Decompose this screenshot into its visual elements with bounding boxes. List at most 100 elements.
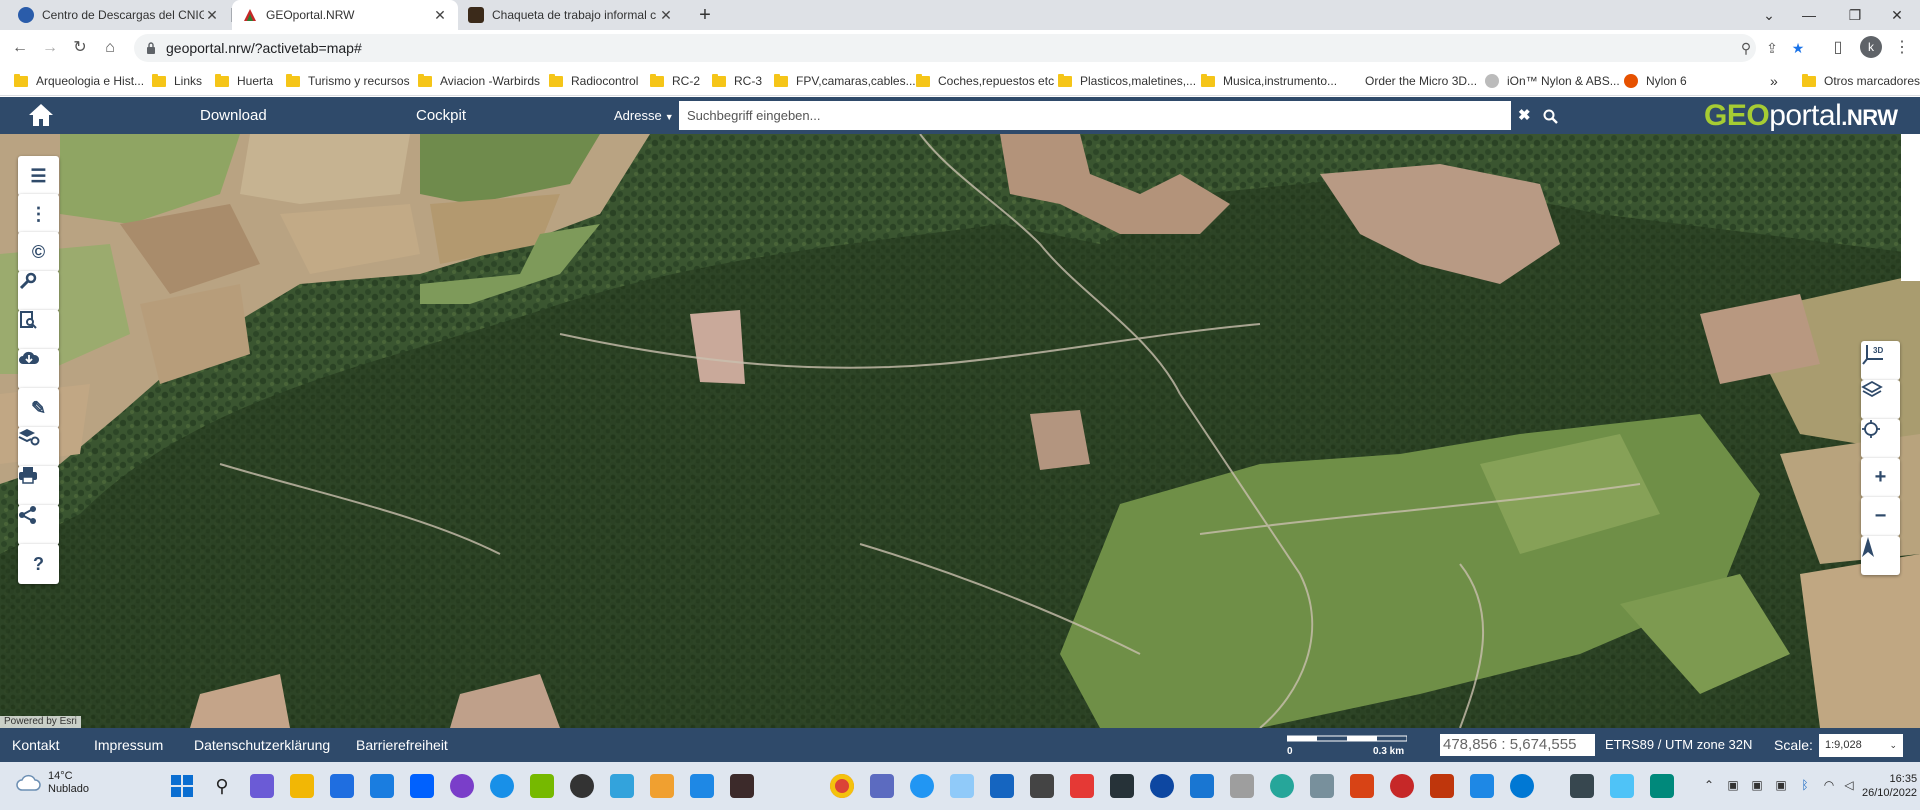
forward-arrow-icon[interactable]: → [36,34,64,62]
start-button[interactable] [170,774,194,798]
weather-widget[interactable]: 14°C Nublado [16,770,89,796]
tray-app-icon[interactable]: ▣ [1724,776,1742,794]
search-mode-dropdown[interactable]: Adresse ▼ [614,97,674,134]
app-x-icon[interactable] [1610,774,1634,798]
zoom-out-button[interactable]: − [1861,497,1900,536]
app-grid-icon[interactable] [610,774,634,798]
back-arrow-icon[interactable]: ← [6,34,34,62]
bookmark-item[interactable]: RC-2 [650,66,700,96]
app-red-icon[interactable] [1390,774,1414,798]
more-button[interactable]: ⋮ [18,194,59,234]
store-icon[interactable] [330,774,354,798]
other-bookmarks[interactable]: Otros marcadores [1802,66,1920,96]
dropbox-icon[interactable] [410,774,434,798]
legend-list-button[interactable]: ☰ [18,156,59,196]
help-app-icon[interactable] [490,774,514,798]
nav-download[interactable]: Download [200,97,267,134]
layer-settings-button[interactable] [18,427,59,467]
bookmark-item[interactable]: iOn™ Nylon & ABS... [1485,66,1620,96]
download-button[interactable] [18,349,59,389]
app-teal-icon[interactable] [1270,774,1294,798]
app-b-icon[interactable] [570,774,594,798]
nvidia-icon[interactable] [530,774,554,798]
bookmark-item[interactable]: Order the Micro 3D... [1365,66,1477,96]
close-tab-icon[interactable]: ✕ [658,7,674,24]
address-bar[interactable]: geoportal.nrw/?activetab=map# ⚲ ⇪ ★ [134,34,1804,62]
teams-chat-icon[interactable] [250,774,274,798]
close-tab-icon[interactable]: ✕ [432,7,448,24]
close-window-button[interactable]: ✕ [1874,0,1920,30]
bookmark-item[interactable]: Nylon 6 [1624,66,1687,96]
bookmark-item[interactable]: Musica,instrumento... [1201,66,1337,96]
search-input[interactable] [679,101,1511,130]
footer-link-kontakt[interactable]: Kontakt [12,728,59,762]
bookmark-star-icon[interactable]: ★ [1786,34,1810,62]
minimize-button[interactable]: — [1786,0,1832,30]
bookmarks-overflow-button[interactable]: » [1770,66,1778,96]
close-tab-icon[interactable]: ✕ [204,7,220,24]
tray-app-icon[interactable]: ▣ [1748,776,1766,794]
app-triangle-icon[interactable] [1030,774,1054,798]
location-pin-icon[interactable]: ⚲ [1734,34,1758,62]
bluetooth-icon[interactable]: ᛒ [1796,776,1814,794]
tray-chevron-icon[interactable]: ⌃ [1700,776,1718,794]
edge-icon[interactable] [1510,774,1534,798]
share-button[interactable] [18,505,59,545]
app-doc-icon[interactable] [990,774,1014,798]
bookmark-item[interactable]: RC-3 [712,66,762,96]
mail-icon[interactable] [370,774,394,798]
app-creature-icon[interactable] [1350,774,1374,798]
app-gear-icon[interactable] [1150,774,1174,798]
bookmark-item[interactable]: Huerta [215,66,273,96]
share-page-icon[interactable]: ⇪ [1760,34,1784,62]
help-button[interactable]: ? [18,544,59,584]
bookmark-item[interactable]: Coches,repuestos etc [916,66,1054,96]
music-icon[interactable] [870,774,894,798]
scale-select[interactable]: 1:9,028 ⌄ [1819,734,1903,757]
app-r-icon[interactable] [1430,774,1454,798]
film-app-icon[interactable] [730,774,754,798]
browser-menu-icon[interactable]: ⋮ [1888,34,1916,62]
tools-button[interactable] [18,271,59,311]
bookmark-item[interactable]: Arqueologia e Hist... [14,66,144,96]
new-tab-button[interactable]: + [692,2,718,28]
bookmark-item[interactable]: Radiocontrol [549,66,638,96]
nav-cockpit[interactable]: Cockpit [416,97,466,134]
home-icon[interactable] [27,102,55,128]
app-hex-icon[interactable] [1470,774,1494,798]
restore-button[interactable]: ❐ [1832,0,1878,30]
aerial-map[interactable]: ☰ ⋮ © ✎ ? 3D + − Powered by Esri [0,134,1920,728]
app-purple-icon[interactable] [450,774,474,798]
app-q-icon[interactable] [1650,774,1674,798]
home-icon[interactable]: ⌂ [96,34,124,62]
app-eye-icon[interactable] [910,774,934,798]
tab-cnig[interactable]: Centro de Descargas del CNIG (I ✕ [8,0,230,30]
print-button[interactable] [18,466,59,506]
app-shield-icon[interactable] [1570,774,1594,798]
app-blue-icon[interactable] [690,774,714,798]
search-icon[interactable] [1543,97,1558,134]
app-cloud-icon[interactable] [950,774,974,798]
footer-link-barrierefreiheit[interactable]: Barrierefreiheit [356,728,448,762]
file-explorer-icon[interactable] [290,774,314,798]
app-tool-icon[interactable] [1310,774,1334,798]
bookmark-item[interactable]: Aviacion -Warbirds [418,66,540,96]
bookmark-item[interactable]: Links [152,66,202,96]
profile-avatar[interactable]: k [1860,36,1882,58]
photos-icon[interactable] [1190,774,1214,798]
clear-search-icon[interactable]: ✖ [1518,97,1531,134]
north-arrow-button[interactable] [1861,536,1900,575]
acrobat-icon[interactable] [1070,774,1094,798]
tray-app-icon[interactable]: ▣ [1772,776,1790,794]
taskbar-search-icon[interactable]: ⚲ [210,774,234,798]
footer-link-datenschutz[interactable]: Datenschutzerklärung [194,728,330,762]
reload-icon[interactable]: ↻ [66,34,94,62]
app-t-icon[interactable] [1110,774,1134,798]
bookmark-item[interactable]: Turismo y recursos [286,66,410,96]
bookmark-item[interactable]: FPV,camaras,cables... [774,66,916,96]
locate-button[interactable] [1861,419,1900,458]
draw-button[interactable]: ✎ [18,388,59,428]
tab-geoportal[interactable]: GEOportal.NRW ✕ [232,0,458,30]
wifi-icon[interactable]: ◠ [1820,776,1838,794]
footer-link-impressum[interactable]: Impressum [94,728,163,762]
